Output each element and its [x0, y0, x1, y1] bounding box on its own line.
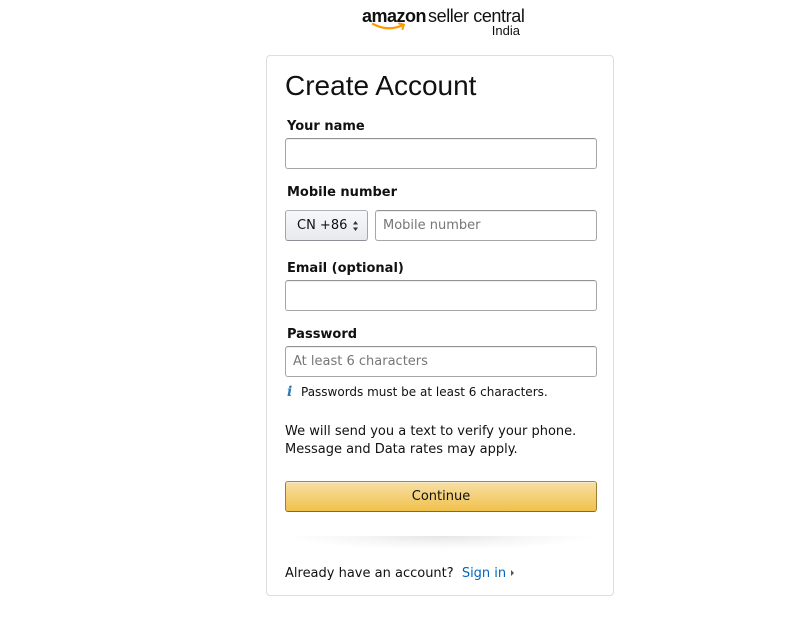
verify-phone-notice: We will send you a text to verify your p…: [285, 423, 597, 459]
email-input[interactable]: [285, 280, 597, 311]
logo-region-text: India: [491, 23, 520, 38]
signin-link-label: Sign in: [461, 566, 507, 581]
password-input[interactable]: [285, 346, 597, 377]
name-label: Your name: [287, 119, 365, 134]
country-code-select[interactable]: CN +86: [285, 210, 368, 241]
create-account-card: [266, 55, 614, 596]
signin-row: Already have an account? Sign in: [285, 566, 515, 582]
password-label: Password: [287, 327, 358, 342]
continue-button[interactable]: Continue: [285, 481, 597, 512]
info-icon: i: [287, 384, 293, 400]
password-hint: Passwords must be at least 6 characters.: [301, 385, 548, 399]
mobile-label: Mobile number: [287, 185, 398, 200]
signin-link[interactable]: Sign in: [461, 566, 515, 581]
mobile-number-input[interactable]: [375, 210, 597, 241]
name-input[interactable]: [285, 138, 597, 169]
updown-arrows-icon: [353, 221, 358, 231]
create-account-page: amazon seller central India Create Accou…: [0, 0, 808, 620]
amazon-smile-icon: [372, 22, 405, 30]
verify-notice-line2: Message and Data rates may apply.: [285, 442, 518, 457]
signin-prompt: Already have an account?: [285, 566, 454, 581]
amazon-seller-central-logo[interactable]: amazon seller central India: [362, 6, 532, 40]
section-divider: [285, 536, 597, 550]
verify-notice-line1: We will send you a text to verify your p…: [285, 424, 577, 439]
country-code-value: CN +86: [297, 218, 348, 233]
page-title: Create Account: [285, 70, 477, 101]
caret-right-icon: [511, 570, 515, 576]
email-label: Email (optional): [287, 261, 404, 276]
